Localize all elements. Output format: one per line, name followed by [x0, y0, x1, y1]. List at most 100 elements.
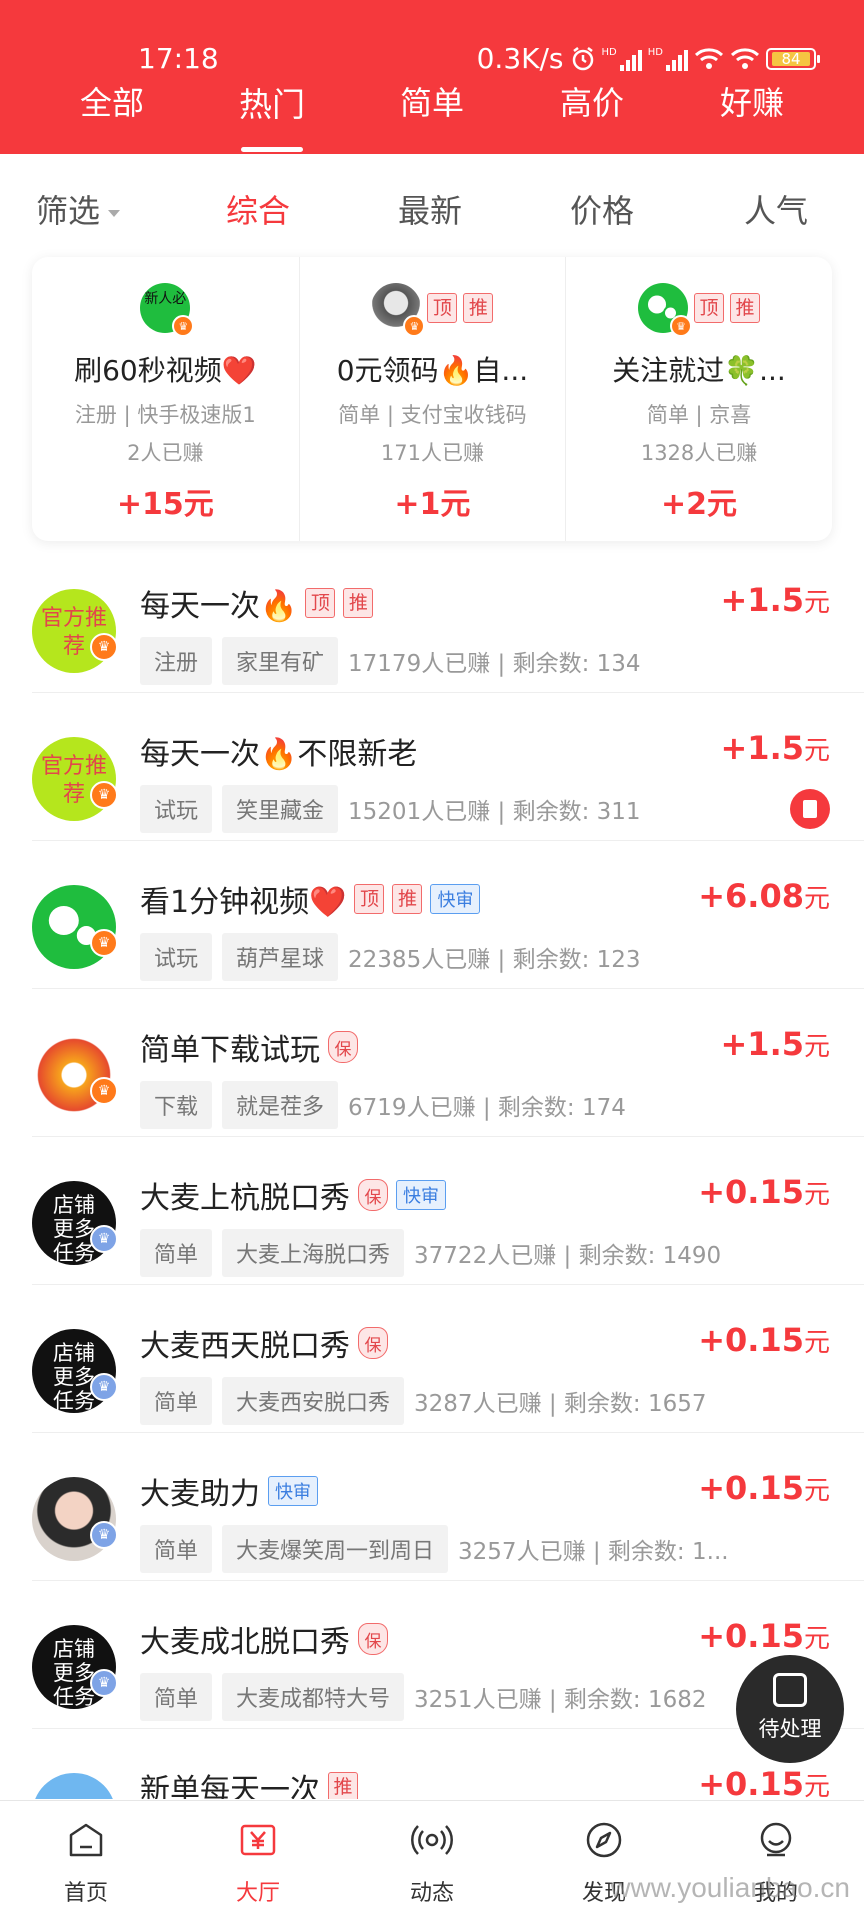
task-stats: 6719人已赚 | 剩余数: 174 [348, 1095, 626, 1121]
task-app-chip: 就是茬多 [222, 1081, 339, 1129]
task-stats: 15201人已赚 | 剩余数: 311 [348, 799, 641, 825]
task-stats: 3257人已赚 | 剩余数: 1... [458, 1539, 729, 1565]
tab-easy-earn[interactable]: 好赚 [692, 78, 812, 124]
featured-reward: +15元 [116, 487, 214, 522]
home-icon [69, 1823, 103, 1857]
crown-icon: ♛ [90, 633, 118, 661]
pending-tasks-button[interactable]: 待处理 [736, 1655, 844, 1763]
task-row[interactable]: 店铺更多任务 ♛ 大麦西天脱口秀保 +0.15元 简单 大麦西安脱口秀 3287人已赚… [0, 1285, 864, 1433]
crown-icon: ♛ [90, 781, 118, 809]
task-title: 看1分钟视频❤️ [140, 885, 347, 920]
recommend-badge: 推 [343, 588, 374, 618]
top-badge: 顶 [354, 884, 385, 914]
top-badge: 顶 [305, 588, 336, 618]
signal-1-icon: HD [602, 47, 642, 71]
guarantee-badge: 保 [328, 1031, 358, 1063]
task-title: 简单下载试玩 [140, 1033, 320, 1068]
featured-reward: +2元 [661, 487, 738, 522]
task-type-chip: 简单 [140, 1377, 213, 1425]
nav-feed[interactable]: 动态 [372, 1819, 492, 1907]
crown-icon: ♛ [90, 1225, 118, 1253]
task-type-chip: 注册 [140, 637, 213, 685]
task-type-chip: 简单 [140, 1229, 213, 1277]
caret-down-icon [108, 209, 121, 217]
fast-review-badge: 快审 [396, 1180, 446, 1210]
compass-icon [586, 1822, 622, 1858]
featured-title: 0元领码🔥自... [336, 354, 529, 387]
task-row[interactable]: 店铺更多任务 ♛ 大麦成北脱口秀保 +0.15元 简单 大麦成都特大号 3251人已赚… [0, 1581, 864, 1729]
task-row[interactable]: 官方推荐 ♛ 每天一次🔥 顶推 +1.5元 注册 家里有矿 17179人已赚 | 剩余数… [0, 545, 864, 693]
task-reward: +6.08元 [698, 877, 830, 915]
crown-icon: ♛ [90, 929, 118, 957]
task-reward: +1.5元 [720, 1025, 830, 1063]
sort-newest[interactable]: 最新 [398, 186, 462, 232]
nav-home[interactable]: 首页 [26, 1819, 146, 1907]
profile-icon [760, 1822, 792, 1857]
crown-icon: ♛ [403, 315, 426, 337]
task-stats: 17179人已赚 | 剩余数: 134 [348, 651, 641, 677]
featured-card[interactable]: 新人必 ♛ 刷60秒视频❤️ 注册 | 快手极速版1 2人已赚 +15元 [32, 257, 299, 541]
task-reward: +0.15元 [698, 1321, 830, 1359]
pending-clock-icon [773, 1673, 807, 1707]
task-stats: 37722人已赚 | 剩余数: 1490 [414, 1243, 722, 1269]
task-title: 大麦上杭脱口秀 [140, 1181, 350, 1216]
wechat-avatar-icon: ♛ [638, 283, 693, 337]
tab-all[interactable]: 全部 [52, 78, 172, 124]
site-watermark: www.youlianbao.cn [610, 1872, 850, 1903]
task-stats: 22385人已赚 | 剩余数: 123 [348, 947, 641, 973]
sort-popularity[interactable]: 人气 [744, 186, 808, 232]
red-packet-icon[interactable] [790, 789, 830, 829]
recommend-badge: 推 [328, 1772, 358, 1799]
featured-subtitle: 注册 | 快手极速版1 [74, 403, 256, 427]
task-title: 每天一次🔥 [140, 589, 298, 624]
task-app-chip: 大麦爆笑周一到周日 [222, 1525, 449, 1573]
shop-avatar: 店铺更多任务 ♛ [32, 1329, 118, 1413]
crown-icon: ♛ [90, 1373, 118, 1401]
status-time: 17:18 [138, 42, 219, 75]
nav-hall[interactable]: 大厅 [198, 1819, 318, 1907]
filter-dropdown[interactable]: 筛选 [36, 186, 121, 232]
task-row[interactable]: ♛ 看1分钟视频❤️ 顶推快审 +6.08元 试玩 葫芦星球 22385人已赚 | 剩… [0, 841, 864, 989]
task-reward: +1.5元 [720, 729, 830, 767]
task-reward: +0.15元 [698, 1765, 830, 1799]
sort-price[interactable]: 价格 [570, 186, 634, 232]
task-row[interactable]: 新单每天一次推 +0.15元 [0, 1729, 864, 1799]
task-row[interactable]: ♛ 简单下载试玩保 +1.5元 下载 就是茬多 6719人已赚 | 剩余数: 174 [0, 989, 864, 1137]
featured-earned-count: 2人已赚 [127, 441, 204, 465]
crown-icon: ♛ [90, 1077, 118, 1105]
signal-2-icon: HD [648, 47, 688, 71]
broadcast-icon [411, 1825, 453, 1855]
hotspot-icon [730, 47, 760, 69]
task-type-chip: 试玩 [140, 933, 213, 981]
task-title: 大麦成北脱口秀 [140, 1625, 350, 1660]
sort-filter-bar: 筛选 综合 最新 价格 人气 [0, 154, 864, 254]
featured-subtitle: 简单 | 京喜 [646, 403, 752, 427]
tab-simple[interactable]: 简单 [372, 78, 492, 124]
task-app-chip: 家里有矿 [222, 637, 339, 685]
wifi-icon [694, 47, 724, 69]
app-header: 17:18 0.3K/s HD HD 84 全部 热门 简单 高价 好赚 [0, 0, 864, 154]
tab-hot[interactable]: 热门 [212, 78, 332, 126]
sort-composite[interactable]: 综合 [226, 186, 290, 232]
featured-title: 刷60秒视频❤️ [74, 354, 257, 387]
wechat-avatar-icon: ♛ [32, 885, 118, 969]
featured-card[interactable]: ♛ 顶 推 0元领码🔥自... 简单 | 支付宝收钱码 171人已赚 +1元 [298, 257, 566, 541]
task-title: 每天一次🔥不限新老 [140, 737, 418, 772]
crown-icon: ♛ [90, 1669, 118, 1697]
battery-icon: 84 [766, 47, 820, 70]
task-row[interactable]: ♛ 大麦助力 快审 +0.15元 简单 大麦爆笑周一到周日 3257人已赚 | 剩余数… [0, 1433, 864, 1581]
task-row[interactable]: 官方推荐 ♛ 每天一次🔥不限新老 +1.5元 试玩 笑里藏金 15201人已赚 | 剩… [0, 693, 864, 841]
official-recommend-avatar: 官方推荐 ♛ [32, 589, 118, 673]
task-app-chip: 葫芦星球 [222, 933, 339, 981]
task-type-chip: 试玩 [140, 785, 213, 833]
featured-title: 关注就过🍀... [612, 354, 786, 387]
nav-home-label: 首页 [63, 1881, 108, 1906]
task-title: 大麦助力 [140, 1477, 260, 1512]
featured-card[interactable]: ♛ 顶 推 关注就过🍀... 简单 | 京喜 1328人已赚 +2元 [565, 257, 832, 541]
task-row[interactable]: 店铺更多任务 ♛ 大麦上杭脱口秀保快审 +0.15元 简单 大麦上海脱口秀 37722… [0, 1137, 864, 1285]
recommend-badge: 推 [463, 293, 494, 323]
game-avatar-icon: ♛ [32, 1033, 118, 1117]
tab-high-price[interactable]: 高价 [532, 78, 652, 124]
task-type-chip: 简单 [140, 1673, 213, 1721]
featured-reward: +1元 [394, 487, 471, 522]
